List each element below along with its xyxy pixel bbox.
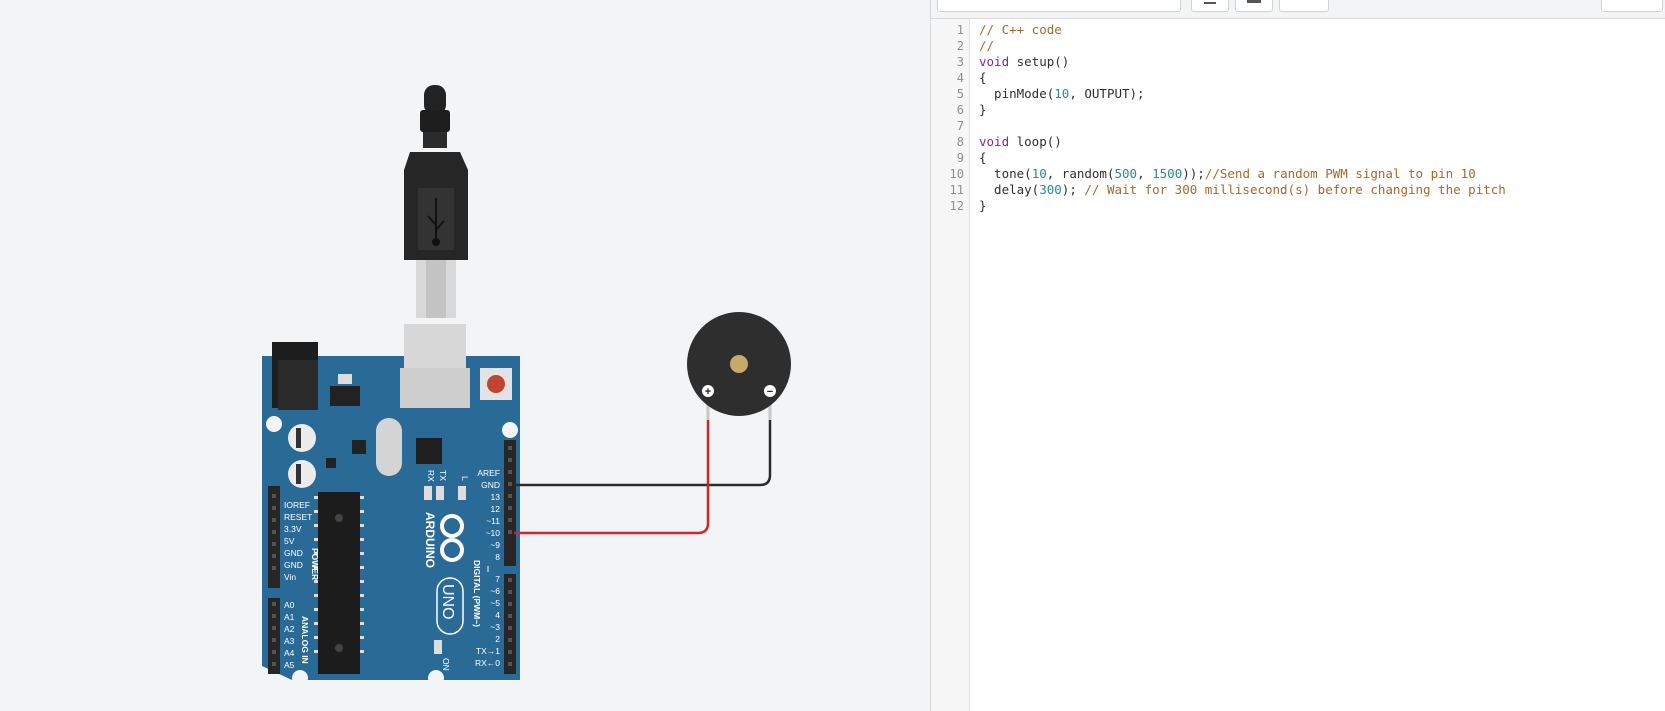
pin-label-power-4: GND [284, 548, 303, 558]
l-label: L [460, 476, 470, 481]
pin-label-digital-14: TX→1 [476, 646, 500, 656]
pin-label-digital-15: RX←0 [475, 658, 500, 668]
line-number: 10 [949, 167, 964, 181]
usb-cable[interactable] [404, 85, 468, 318]
code-line-5: pinMode(10, OUTPUT); [979, 86, 1145, 101]
pin-label-analog-5: A5 [284, 660, 295, 670]
pin-label-digital-9: ~6 [490, 586, 500, 596]
code-line-4: { [979, 70, 987, 85]
arduino-brand: ARDUINO [423, 512, 437, 568]
pin-label-analog-4: A4 [284, 648, 295, 658]
pin-label-power-0: IOREF [284, 500, 310, 510]
code-line-9: { [979, 150, 987, 165]
pin-label-power-3: 5V [284, 536, 295, 546]
pin-label-analog-3: A3 [284, 636, 295, 646]
code-line-6: } [979, 102, 987, 117]
line-number: 5 [956, 87, 964, 101]
pin-label-digital-13: 2 [495, 634, 500, 644]
pin-label-power-6: Vin [284, 572, 296, 582]
circuit-diagram[interactable]: RX TX L ON ARDUINO UNO IOREF RESET 3.3V … [0, 0, 930, 711]
line-number: 11 [949, 183, 964, 197]
pin-label-digital-3: 12 [491, 504, 501, 514]
code-line-2: // [979, 38, 995, 53]
buzzer-minus-label: − [767, 386, 773, 398]
download-button[interactable] [1191, 0, 1229, 12]
rx-label: RX [426, 470, 436, 482]
line-number: 7 [956, 119, 964, 133]
pin-label-digital-11: 4 [495, 610, 500, 620]
pin-label-analog-1: A1 [284, 612, 295, 622]
pin-label-digital-5: ~10 [486, 528, 501, 538]
pin-label-digital-0: AREF [477, 468, 500, 478]
line-number: 1 [956, 23, 964, 37]
tx-label: TX [438, 470, 448, 481]
pin-label-digital-12: ~3 [490, 622, 500, 632]
wire-pin10-red[interactable] [514, 418, 710, 535]
download-icon [1204, 2, 1216, 4]
font-size-button[interactable] [1279, 0, 1329, 12]
editor-menu-button[interactable] [1601, 0, 1663, 12]
line-number-gutter: 1 2 3 4 5 6 7 8 9 10 11 12 [931, 19, 970, 711]
pin-label-digital-8: 7 [495, 574, 500, 584]
power-header-strip [268, 486, 280, 588]
line-number: 9 [956, 151, 964, 165]
code-mode-dropdown[interactable] [937, 0, 1181, 12]
line-number: 4 [956, 71, 964, 85]
circuit-canvas[interactable]: RX TX L ON ARDUINO UNO IOREF RESET 3.3V … [0, 0, 930, 711]
pin-label-digital-2: 13 [491, 492, 501, 502]
on-label: ON [441, 658, 451, 671]
pin-label-digital-6: ~9 [490, 540, 500, 550]
editor-toolbar [931, 0, 1665, 19]
digital-header-label: DIGITAL (PWM~) [472, 560, 482, 627]
code-line-8: void loop() [979, 134, 1062, 149]
line-number: 6 [956, 103, 964, 117]
pin-label-digital-7: 8 [495, 552, 500, 562]
analog-header-label: ANALOG IN [300, 616, 310, 664]
upload-button[interactable] [1235, 0, 1273, 12]
line-number: 12 [949, 199, 964, 213]
code-line-1: // C++ code [979, 22, 1062, 37]
pin-label-digital-4: ~11 [486, 516, 500, 526]
line-number: 3 [956, 55, 964, 69]
pin-label-power-2: 3.3V [284, 524, 302, 534]
code-line-10: tone(10, random(500, 1500));//Send a ran… [979, 166, 1476, 181]
code-text-area[interactable]: // C++ code // void setup() { pinMode(10… [979, 22, 1506, 214]
pin-label-analog-2: A2 [284, 624, 295, 634]
power-header-label: POWER [310, 548, 320, 580]
code-line-12: } [979, 198, 987, 213]
uno-label: UNO [439, 584, 456, 620]
code-line-3: void setup() [979, 54, 1070, 69]
pin-label-power-1: RESET [284, 512, 312, 522]
digital-header-strip-bottom [504, 574, 516, 674]
code-line-11: delay(300); // Wait for 300 millisecond(… [979, 182, 1506, 197]
line-number: 8 [956, 135, 964, 149]
arduino-uno-board[interactable]: RX TX L ON ARDUINO UNO IOREF RESET 3.3V … [262, 324, 520, 686]
line-number: 2 [956, 39, 964, 53]
pin-label-power-5: GND [284, 560, 303, 570]
upload-icon [1247, 0, 1261, 3]
buzzer-plus-label: + [705, 386, 711, 398]
wire-gnd-black[interactable] [514, 418, 772, 487]
piezo-buzzer[interactable]: + − [687, 312, 791, 416]
pin-label-analog-0: A0 [284, 600, 295, 610]
pin-label-digital-1: GND [481, 480, 500, 490]
pin-label-digital-10: ~5 [490, 598, 500, 608]
code-editor-panel: 1 2 3 4 5 6 7 8 9 10 11 12 // C++ code /… [930, 0, 1665, 711]
